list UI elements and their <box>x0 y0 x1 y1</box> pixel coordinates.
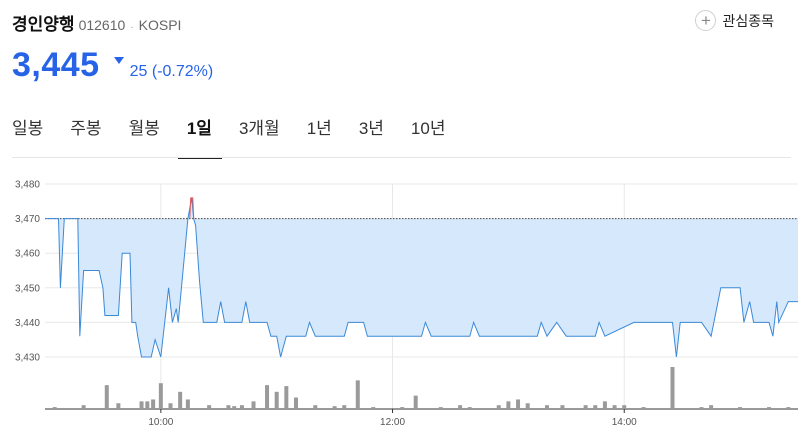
volume-bar <box>139 401 144 409</box>
x-tick-label: 12:00 <box>380 417 405 428</box>
volume-bar <box>265 385 270 409</box>
volume-bar <box>786 407 791 409</box>
volume-bar <box>168 403 173 409</box>
volume-bar <box>207 405 212 409</box>
volume-bar <box>185 399 190 409</box>
volume-bar <box>400 407 405 409</box>
volume-bar <box>274 391 279 409</box>
volume-bar <box>506 401 511 409</box>
volume-bar <box>496 405 501 409</box>
volume-bar <box>709 405 714 409</box>
volume-bar <box>342 405 347 409</box>
intraday-chart[interactable]: 3,480 3,470 3,460 3,450 3,440 3,430 10:00 12:0… <box>0 0 803 433</box>
y-tick-label: 3,460 <box>15 249 40 260</box>
volume-bar <box>251 401 256 409</box>
volume-bar <box>602 401 607 409</box>
volume-bar <box>622 405 627 409</box>
y-tick-label: 3,450 <box>15 283 40 294</box>
volume-bar <box>458 405 463 409</box>
x-axis-labels: 10:00 12:00 14:00 <box>148 409 637 428</box>
volume-bar <box>145 401 150 409</box>
volume-bar <box>467 407 472 409</box>
y-tick-label: 3,440 <box>15 318 40 329</box>
volume-bar <box>738 407 743 409</box>
volume-bar <box>438 407 443 409</box>
volume-bar <box>699 407 704 409</box>
volume-bar <box>516 399 521 409</box>
volume-bar <box>178 391 183 409</box>
y-axis-labels: 3,480 3,470 3,460 3,450 3,440 3,430 <box>15 180 40 364</box>
volume-bar <box>294 397 298 409</box>
y-tick-label: 3,480 <box>15 180 40 191</box>
volume-bar <box>226 405 231 409</box>
volume-bar <box>116 403 121 409</box>
price-area-fill <box>45 197 798 357</box>
volume-bar <box>371 407 376 409</box>
volume-bar <box>545 405 549 409</box>
volume-bar <box>413 395 418 409</box>
volume-bar <box>158 383 163 409</box>
volume-bar <box>767 407 772 409</box>
volume-bar <box>151 399 156 409</box>
volume-bar <box>612 405 617 409</box>
volume-bar <box>313 405 318 409</box>
volume-bars <box>52 367 791 409</box>
volume-bar <box>239 405 244 409</box>
volume-bar <box>670 367 675 409</box>
volume-bar <box>332 406 337 409</box>
volume-bar <box>284 386 289 409</box>
x-tick-label: 14:00 <box>612 417 637 428</box>
volume-bar <box>232 406 237 409</box>
volume-bar <box>52 407 57 409</box>
volume-bar <box>560 405 565 409</box>
volume-bar <box>104 385 109 409</box>
volume-bar <box>583 405 588 409</box>
volume-bar <box>81 405 86 409</box>
y-tick-label: 3,470 <box>15 214 40 225</box>
volume-bar <box>525 403 530 409</box>
x-tick-label: 10:00 <box>148 417 173 428</box>
y-tick-label: 3,430 <box>15 353 40 364</box>
volume-bar <box>355 380 360 409</box>
volume-bar <box>641 407 646 409</box>
volume-bar <box>593 405 598 409</box>
